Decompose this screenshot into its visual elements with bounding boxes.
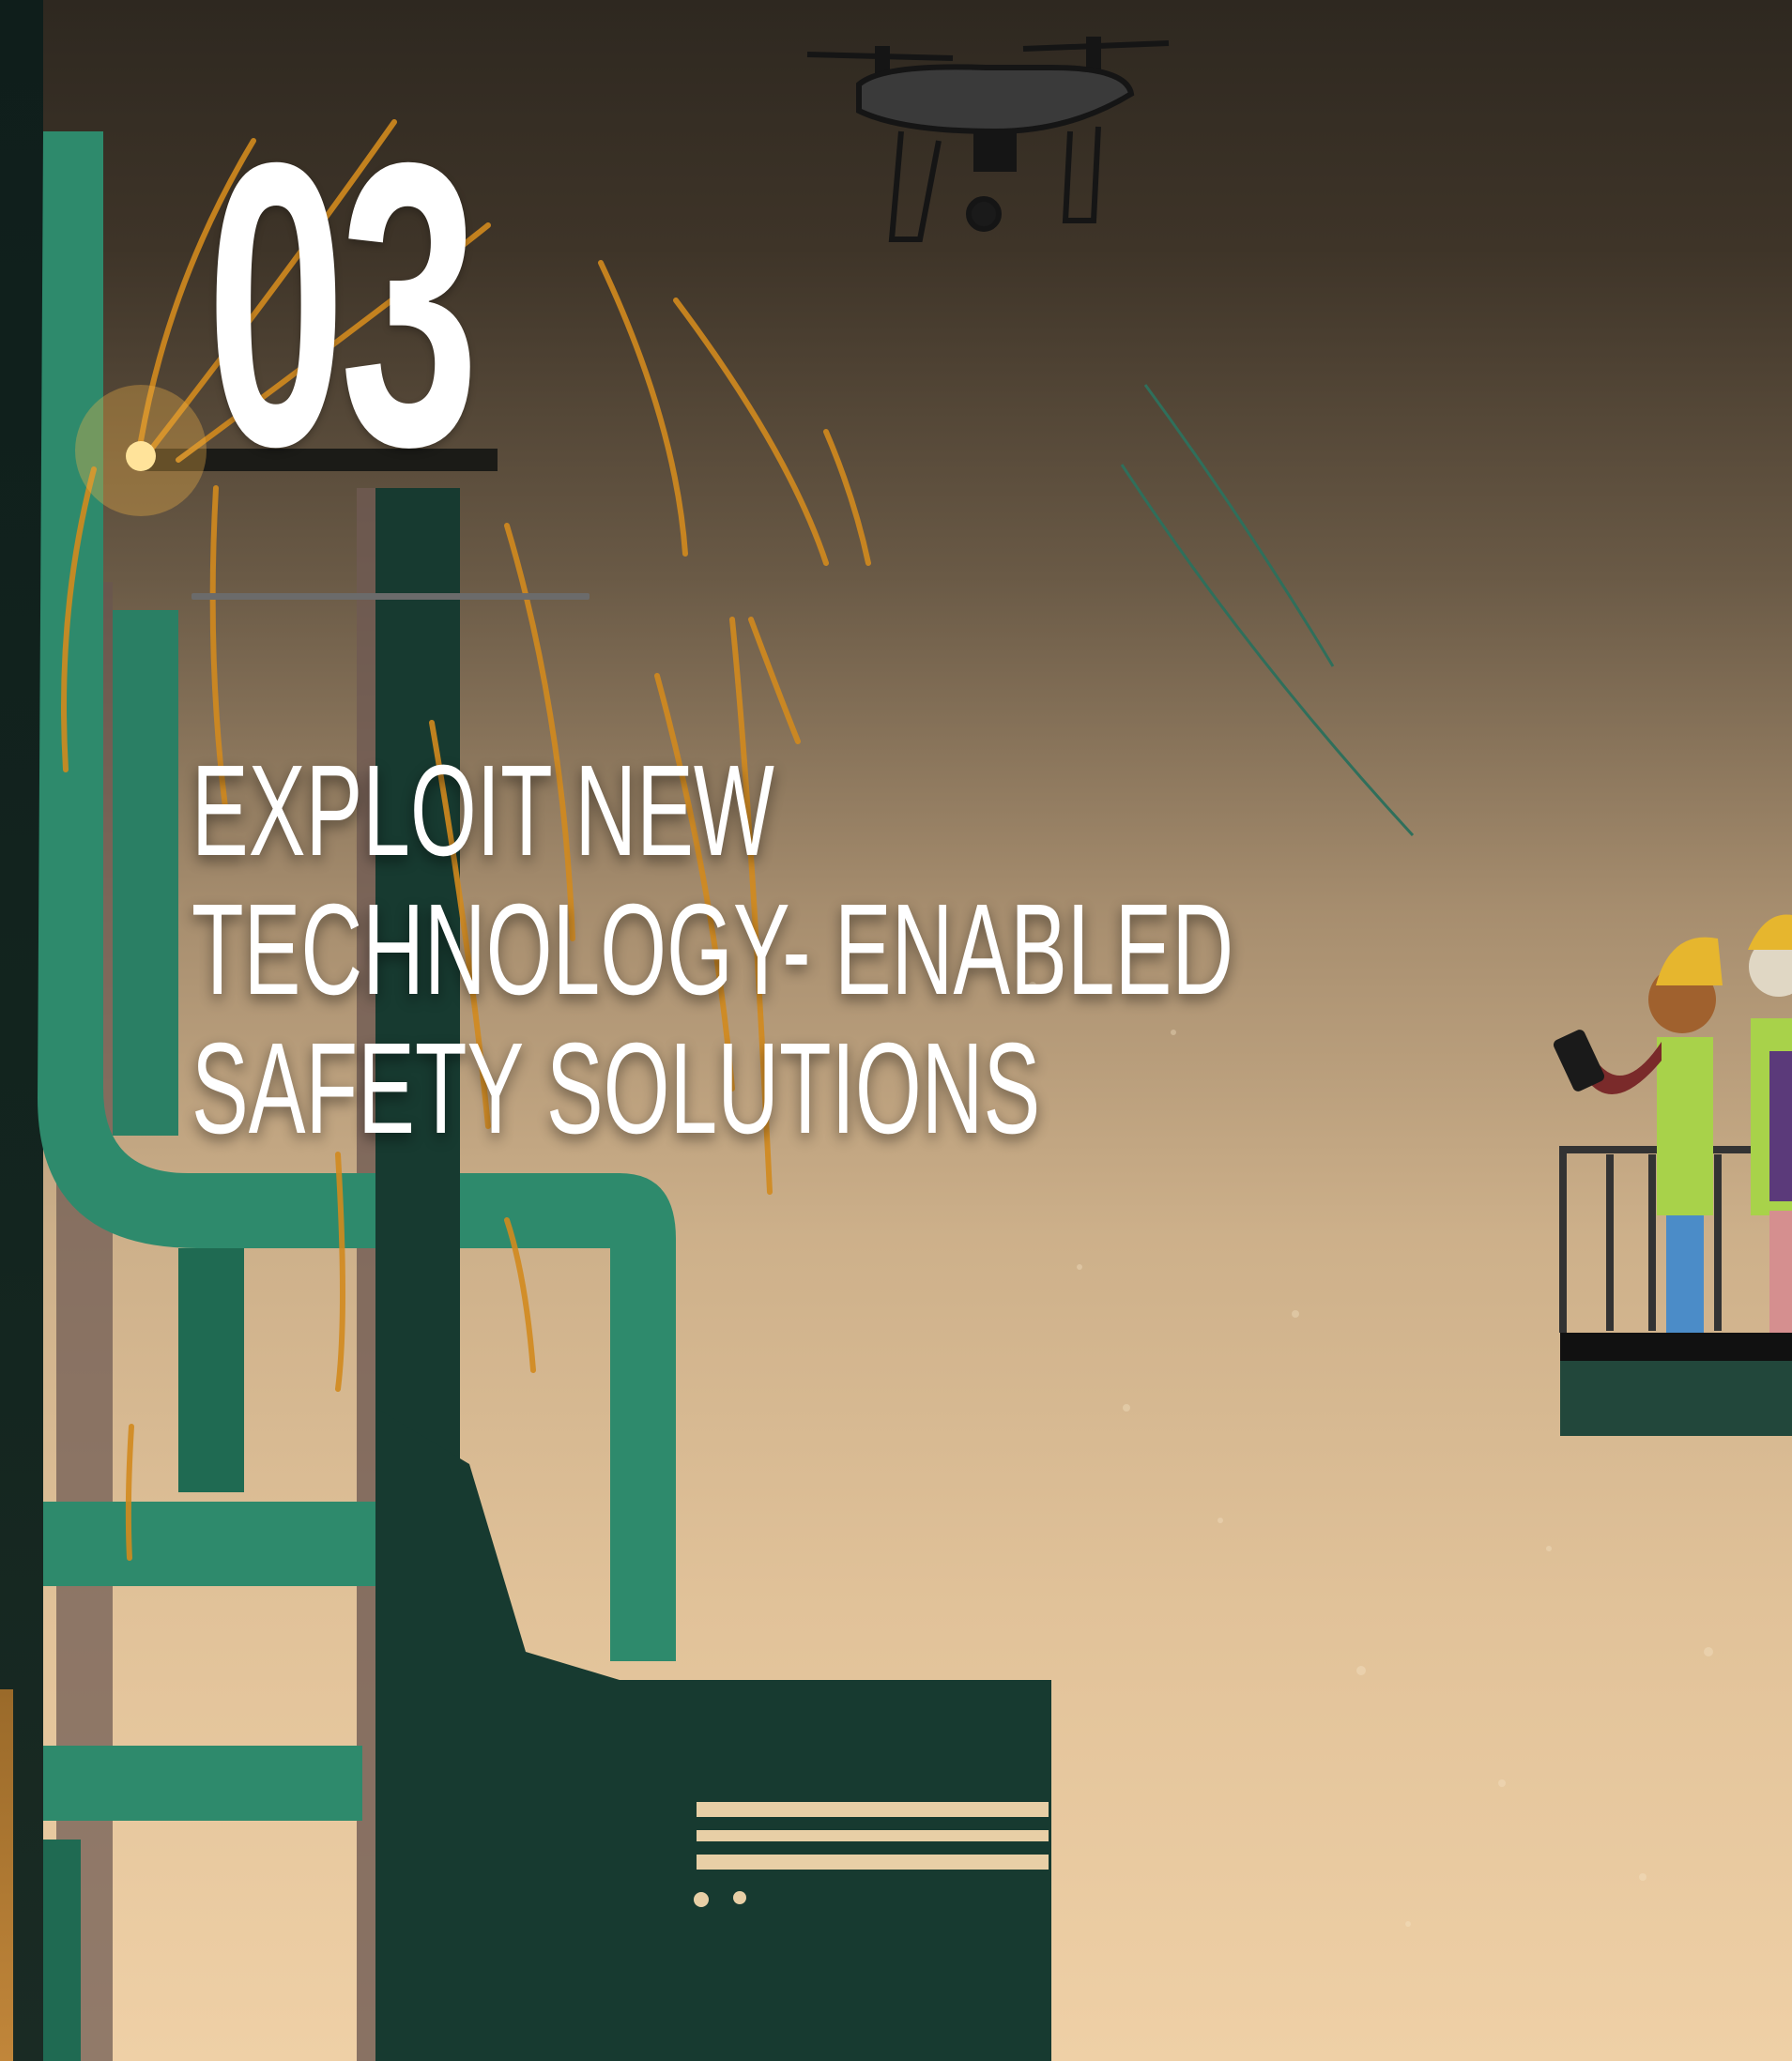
workers-on-platform [1553, 914, 1792, 1436]
dark-machine-body [375, 1408, 1051, 2061]
spark-line [823, 429, 871, 566]
green-pipe-left-lower [43, 1840, 81, 2061]
cover-page: 03 EXPLOIT NEW TECHNOLOGY- ENABLED SAFET… [0, 0, 1792, 2061]
hard-hat-icon [1656, 937, 1723, 985]
section-headline: EXPLOIT NEW TECHNOLOGY- ENABLED SAFETY S… [191, 741, 1233, 1158]
section-number: 03 [207, 80, 479, 530]
machine-dot-1 [694, 1892, 709, 1907]
machine-stripe-2 [697, 1830, 1049, 1841]
green-pipe-inner [113, 610, 178, 1136]
spark-line [748, 617, 801, 744]
headline-line-1: EXPLOIT NEW [191, 739, 774, 883]
hard-hat-icon [1748, 914, 1792, 950]
worker-vest [1657, 1037, 1713, 1215]
machine-dot-2 [733, 1891, 746, 1904]
drone-icon [806, 37, 1170, 242]
worker-shirt [1769, 1051, 1792, 1201]
machine-stripe-1 [697, 1802, 1049, 1817]
worker-legs [1769, 1211, 1792, 1333]
worker-2 [1748, 914, 1792, 1333]
green-pipe-horizontal-2 [43, 1746, 362, 1821]
headline-line-3: SAFETY SOLUTIONS [191, 1016, 1041, 1161]
spark-line [673, 298, 829, 566]
platform-floor [1560, 1333, 1792, 1361]
worker-legs [1666, 1211, 1704, 1333]
title-divider [191, 593, 590, 600]
spark-line [598, 260, 688, 557]
spark-line [335, 1152, 345, 1392]
spark-line [125, 1424, 134, 1561]
machine-stripe-3 [697, 1855, 1049, 1870]
worker-1 [1553, 937, 1723, 1333]
headline-line-2: TECHNOLOGY- ENABLED [191, 878, 1234, 1022]
spark-core [126, 441, 156, 471]
green-pipe-vertical-lower [178, 1248, 244, 1492]
